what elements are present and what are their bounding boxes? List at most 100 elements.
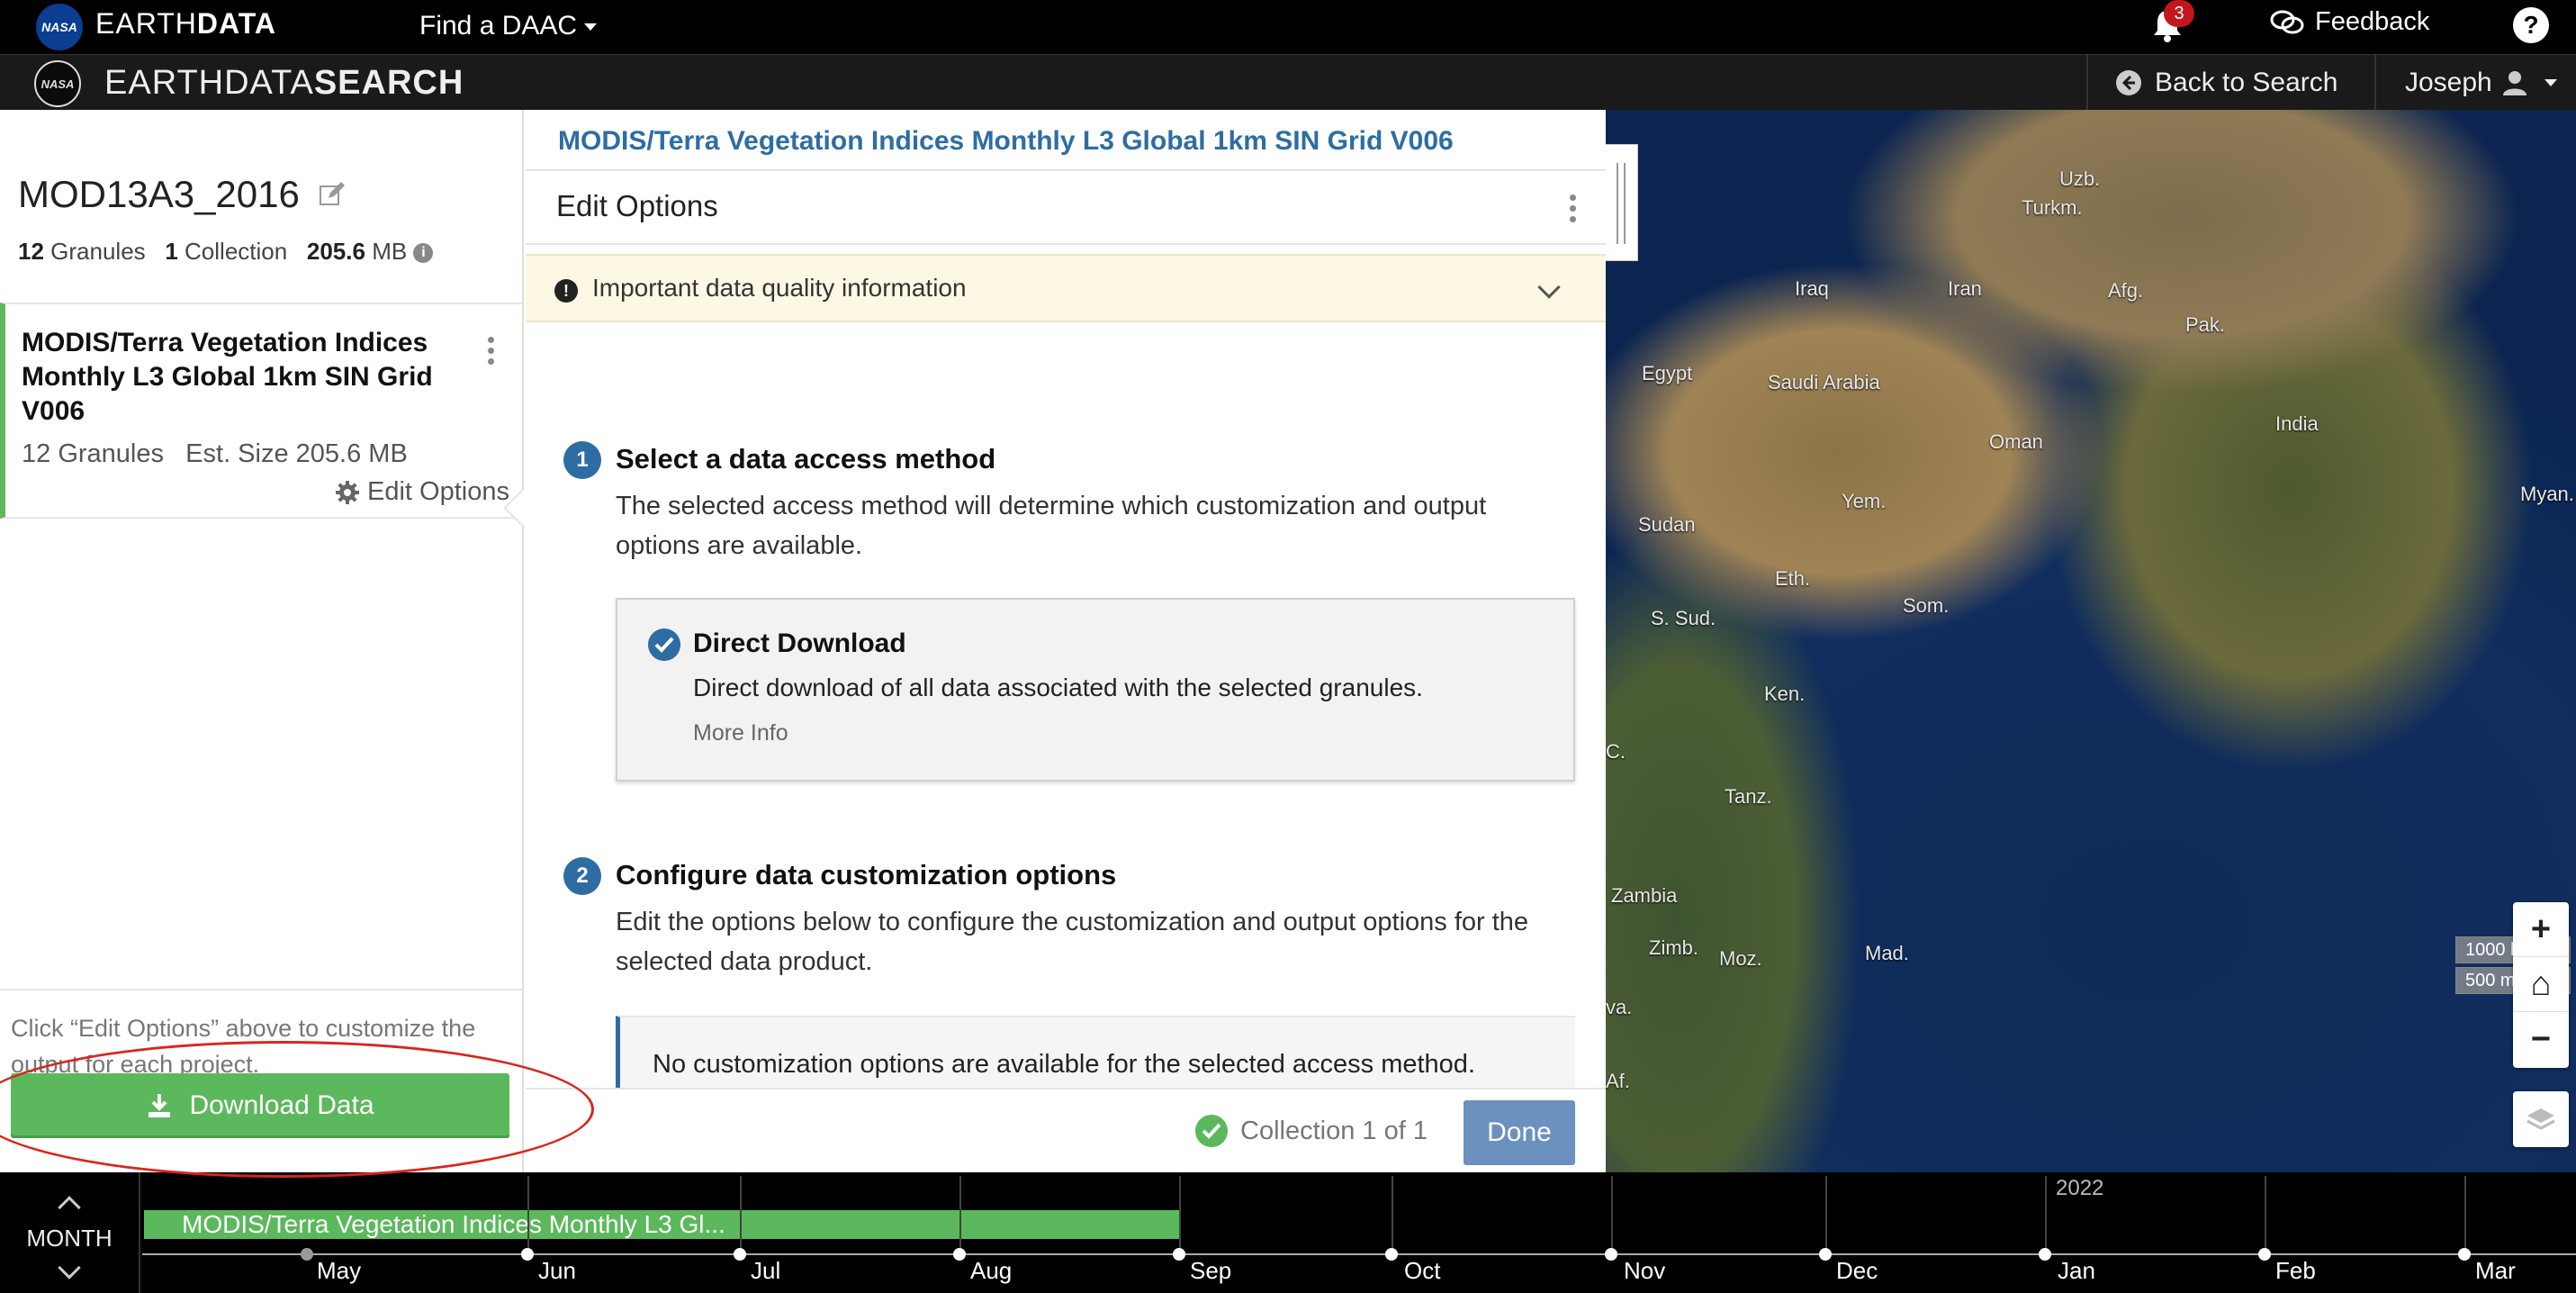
collection-card[interactable]: MODIS/Terra Vegetation Indices Monthly L… bbox=[0, 303, 522, 519]
collection-link[interactable]: MODIS/Terra Vegetation Indices Monthly L… bbox=[558, 126, 1454, 157]
info-icon[interactable]: i bbox=[413, 243, 434, 264]
collection-est-size: Est. Size 205.6 MB bbox=[185, 439, 408, 468]
done-button[interactable]: Done bbox=[1464, 1100, 1575, 1165]
feedback-link[interactable]: Feedback bbox=[2270, 7, 2429, 37]
gear-icon bbox=[336, 480, 360, 504]
map-label: Iraq bbox=[1795, 277, 1829, 300]
annotation-highlight-ellipse bbox=[0, 1041, 594, 1178]
timeline-tick bbox=[2045, 1176, 2047, 1253]
earthdata-brand[interactable]: EARTHDATA bbox=[95, 7, 276, 41]
timeline-zoom-control[interactable]: MONTH bbox=[0, 1172, 140, 1293]
chevron-up-icon[interactable] bbox=[58, 1196, 81, 1219]
more-options-icon[interactable] bbox=[488, 337, 494, 365]
timeline-marker bbox=[1173, 1248, 1185, 1261]
app-header: NASA EARTHDATASEARCH Back to Search Jose… bbox=[0, 54, 2576, 111]
project-stats: 12 Granules 1 Collection 205.6 MB i bbox=[18, 238, 434, 266]
project-panel: MOD13A3_2016 12 Granules 1 Collection 20… bbox=[0, 110, 545, 1172]
timeline-month-label: Jan bbox=[2058, 1257, 2095, 1284]
zoom-in-button[interactable]: + bbox=[2513, 902, 2569, 957]
zoom-out-button[interactable]: − bbox=[2513, 1012, 2569, 1067]
map-label: Iran bbox=[1948, 277, 1982, 300]
user-icon bbox=[2502, 71, 2526, 95]
edit-options-label: Edit Options bbox=[367, 477, 509, 506]
step-title: Configure data customization options bbox=[616, 859, 1117, 891]
user-name: Joseph bbox=[2405, 68, 2492, 97]
chevron-down-icon[interactable] bbox=[1537, 276, 1561, 299]
edit-options-panel: MODIS/Terra Vegetation Indices Monthly L… bbox=[526, 110, 1606, 1172]
collection-progress: Collection 1 of 1 bbox=[1195, 1115, 1428, 1147]
caret-down-icon bbox=[2544, 79, 2557, 86]
edit-options-header: Edit Options bbox=[526, 173, 1606, 245]
step-number-badge: 2 bbox=[563, 857, 601, 895]
nasa-meatball-icon[interactable]: NASA bbox=[34, 60, 81, 107]
collection-count-text: Collection 1 of 1 bbox=[1240, 1116, 1428, 1145]
check-circle-icon bbox=[1195, 1115, 1228, 1147]
find-daac-menu[interactable]: Find a DAAC bbox=[419, 11, 598, 41]
find-daac-label: Find a DAAC bbox=[419, 11, 578, 41]
data-quality-text: Important data quality information bbox=[592, 274, 967, 302]
map-label: Oman bbox=[1989, 430, 2043, 453]
app-title[interactable]: EARTHDATASEARCH bbox=[104, 64, 464, 103]
edit-options-link[interactable]: Edit Options bbox=[335, 477, 509, 507]
map-label: Zimb. bbox=[1649, 936, 1698, 959]
map-label: Eth. bbox=[1775, 567, 1811, 590]
map-label: Tanz. bbox=[1725, 785, 1772, 808]
timeline-month-label: Jul bbox=[751, 1257, 781, 1284]
timeline-month-label: Jun bbox=[538, 1257, 576, 1284]
nasa-logo-icon[interactable]: NASA bbox=[36, 4, 83, 50]
map-label: Som. bbox=[1903, 594, 1950, 617]
timeline-marker bbox=[2258, 1248, 2271, 1261]
app-title-light: EARTHDATA bbox=[104, 64, 314, 102]
timeline-marker bbox=[2039, 1248, 2051, 1261]
timeline-marker bbox=[2458, 1248, 2471, 1261]
project-title: MOD13A3_2016 bbox=[18, 173, 347, 216]
layers-icon[interactable] bbox=[2513, 1091, 2569, 1147]
timeline-tick bbox=[1611, 1176, 1613, 1253]
help-icon[interactable]: ? bbox=[2513, 7, 2549, 43]
direct-download-option[interactable]: Direct Download Direct download of all d… bbox=[616, 598, 1575, 782]
more-options-icon[interactable] bbox=[1570, 194, 1576, 222]
size-unit: MB bbox=[372, 238, 408, 265]
no-customization-text: No customization options are available f… bbox=[653, 1050, 1475, 1079]
more-info-link[interactable]: More Info bbox=[693, 720, 788, 746]
collection-title[interactable]: MODIS/Terra Vegetation Indices Monthly L… bbox=[22, 326, 445, 429]
chat-bubbles-icon bbox=[2270, 10, 2304, 33]
timeline-month-label: May bbox=[317, 1257, 362, 1284]
timeline-marker bbox=[1819, 1248, 1832, 1261]
user-menu[interactable]: Joseph bbox=[2405, 68, 2557, 98]
timeline-marker bbox=[521, 1248, 534, 1261]
step-description: The selected access method will determin… bbox=[616, 492, 1487, 560]
timeline-month-label: Feb bbox=[2275, 1257, 2316, 1284]
app-title-bold: SEARCH bbox=[313, 64, 464, 102]
timeline-month-label: Dec bbox=[1836, 1257, 1878, 1284]
method-description: Direct download of all data associated w… bbox=[693, 674, 1423, 701]
timeline-axis bbox=[142, 1253, 2576, 1255]
map-label: Ken. bbox=[1764, 683, 1806, 705]
data-quality-banner[interactable]: ! Important data quality information bbox=[526, 254, 1606, 322]
map-label: Moz. bbox=[1719, 947, 1762, 970]
home-button[interactable]: ⌂ bbox=[2513, 957, 2569, 1012]
global-header: NASA EARTHDATA Find a DAAC 3 Feedback ? bbox=[0, 0, 2576, 54]
map-label: Uzb. bbox=[2059, 167, 2101, 190]
collection-header: MODIS/Terra Vegetation Indices Monthly L… bbox=[526, 110, 1606, 171]
panel-resize-handle[interactable] bbox=[1606, 144, 1638, 261]
timeline-collection-bar[interactable]: MODIS/Terra Vegetation Indices Monthly L… bbox=[144, 1210, 1181, 1239]
back-to-search-button[interactable]: Back to Search bbox=[2115, 68, 2337, 98]
step-description: Edit the options below to configure the … bbox=[616, 908, 1529, 976]
timeline-month-label: Nov bbox=[1624, 1257, 1666, 1284]
step-title: Select a data access method bbox=[616, 443, 996, 475]
map-view[interactable]: Uzb. Turkm. Iraq Iran Afg. Pak. Egypt Sa… bbox=[1606, 110, 2576, 1172]
project-name-text: MOD13A3_2016 bbox=[18, 173, 300, 215]
chevron-down-icon[interactable] bbox=[58, 1256, 81, 1279]
timeline-marker bbox=[301, 1248, 313, 1261]
timeline-tick bbox=[2265, 1176, 2266, 1253]
map-zoom-controls: + ⌂ − bbox=[2513, 902, 2569, 1068]
collections-label: Collection bbox=[185, 238, 288, 265]
edit-pencil-icon[interactable] bbox=[318, 180, 347, 209]
map-label: Afg. bbox=[2108, 279, 2144, 302]
edit-options-title: Edit Options bbox=[556, 189, 718, 222]
collection-size: 12 Granules Est. Size 205.6 MB bbox=[22, 439, 408, 469]
notification-count-badge: 3 bbox=[2164, 0, 2194, 27]
timeline-marker bbox=[1605, 1248, 1617, 1261]
map-label: Turkm. bbox=[2022, 196, 2083, 219]
